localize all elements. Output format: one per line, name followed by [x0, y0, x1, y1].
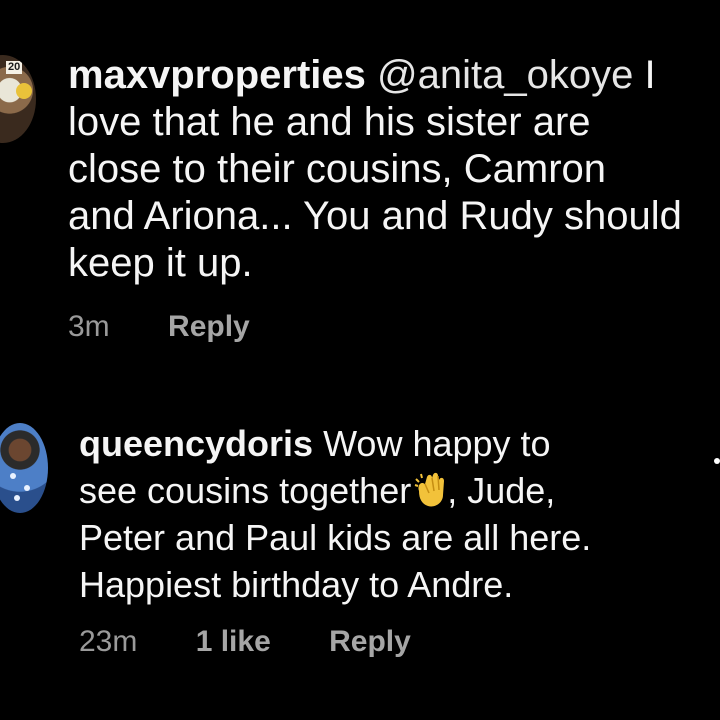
reply-button[interactable]: Reply — [168, 310, 250, 344]
comment-text-line: and Ariona... You and Rudy should — [68, 194, 682, 238]
comment-timestamp: 23m — [79, 625, 138, 658]
comment-text: queencydoris Wow happy to see cousins to… — [79, 420, 679, 608]
comment-meta: 3m Reply — [68, 310, 250, 344]
avatar[interactable]: 20 — [0, 55, 36, 143]
edge-indicator — [714, 458, 720, 464]
avatar-badge-text: 20 — [6, 61, 23, 74]
avatar-pattern-dot — [24, 485, 30, 491]
comment-meta: 23m 1 like Reply — [79, 625, 411, 659]
comment-mention[interactable]: @anita_okoye — [377, 53, 633, 97]
comment-text: maxvproperties @anita_okoye I love that … — [68, 52, 708, 287]
comment-text-line: Peter and Paul kids are all here. — [79, 517, 592, 558]
reply-button[interactable]: Reply — [329, 625, 411, 659]
comment-text-line: Wow happy to — [323, 423, 551, 464]
comment-text-line: love that he and his sister are — [68, 100, 591, 144]
comment-text-line: Happiest birthday to Andre. — [79, 564, 514, 605]
comment-text-line: close to their cousins, Camron — [68, 147, 607, 191]
avatar[interactable] — [0, 423, 48, 513]
avatar-pattern-dot — [10, 473, 16, 479]
clapping-hands-icon — [414, 472, 445, 507]
avatar-decoration — [16, 83, 32, 99]
comment-text-line: I — [644, 53, 656, 97]
comment-text-line: see cousins together — [79, 470, 412, 511]
avatar-pattern-dot — [14, 495, 20, 501]
comment-username[interactable]: maxvproperties — [68, 53, 366, 97]
likes-count-link[interactable]: 1 like — [196, 625, 271, 659]
comment-username[interactable]: queencydoris — [79, 423, 313, 464]
comment-text-line: keep it up. — [68, 241, 253, 285]
comment-timestamp: 3m — [68, 310, 110, 343]
comment-text-line: , Jude, — [447, 470, 556, 511]
